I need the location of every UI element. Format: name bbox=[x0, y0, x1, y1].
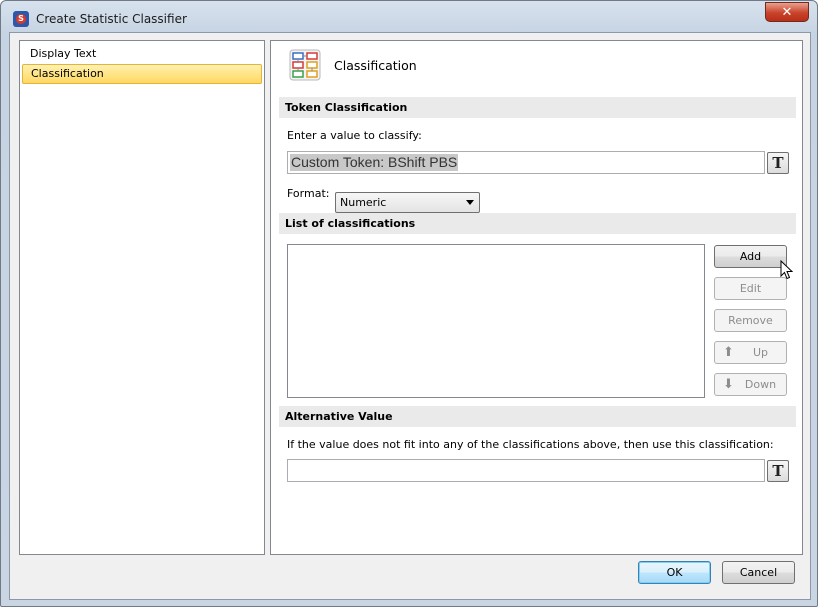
dialog-window: S Create Statistic Classifier ✕ Display … bbox=[0, 0, 818, 607]
app-logo-icon: S bbox=[13, 11, 29, 27]
up-button[interactable]: ⬆ Up bbox=[714, 341, 787, 364]
cancel-button[interactable]: Cancel bbox=[722, 561, 795, 584]
remove-button[interactable]: Remove bbox=[714, 309, 787, 332]
alternative-value-header: Alternative Value bbox=[279, 406, 796, 427]
alternative-insert-token-button[interactable]: T bbox=[767, 460, 789, 482]
format-label: Format: bbox=[287, 187, 330, 200]
token-value-input[interactable]: Custom Token: BShift PBS bbox=[287, 151, 765, 174]
classifications-list[interactable] bbox=[287, 244, 705, 398]
nav-item-display-text[interactable]: Display Text bbox=[22, 44, 262, 64]
dialog-body: Display Text Classification Classificati… bbox=[9, 32, 811, 600]
classification-icon bbox=[289, 49, 321, 81]
chevron-down-icon bbox=[466, 200, 474, 205]
window-title: Create Statistic Classifier bbox=[36, 12, 187, 26]
add-button[interactable]: Add bbox=[714, 245, 787, 268]
up-button-label: Up bbox=[752, 346, 769, 359]
format-select[interactable]: Numeric bbox=[335, 192, 480, 213]
content-panel: Classification Token Classification Ente… bbox=[270, 40, 803, 555]
list-classifications-header: List of classifications bbox=[279, 213, 796, 234]
mouse-pointer-icon bbox=[780, 260, 794, 280]
down-button-label: Down bbox=[744, 378, 777, 391]
format-select-value: Numeric bbox=[340, 196, 387, 209]
nav-panel: Display Text Classification bbox=[19, 40, 265, 555]
insert-token-button[interactable]: T bbox=[767, 152, 789, 174]
alternative-prompt-label: If the value does not fit into any of th… bbox=[287, 438, 774, 451]
edit-button[interactable]: Edit bbox=[714, 277, 787, 300]
ok-button[interactable]: OK bbox=[638, 561, 711, 584]
alternative-value-input[interactable] bbox=[287, 459, 765, 482]
title-bar[interactable]: S Create Statistic Classifier ✕ bbox=[1, 1, 817, 35]
close-button[interactable]: ✕ bbox=[765, 2, 809, 22]
value-prompt-label: Enter a value to classify: bbox=[287, 129, 422, 142]
nav-item-classification[interactable]: Classification bbox=[22, 64, 262, 84]
token-value-text: Custom Token: BShift PBS bbox=[290, 154, 459, 171]
page-title: Classification bbox=[334, 58, 417, 73]
down-button[interactable]: ⬇ Down bbox=[714, 373, 787, 396]
token-classification-header: Token Classification bbox=[279, 97, 796, 118]
